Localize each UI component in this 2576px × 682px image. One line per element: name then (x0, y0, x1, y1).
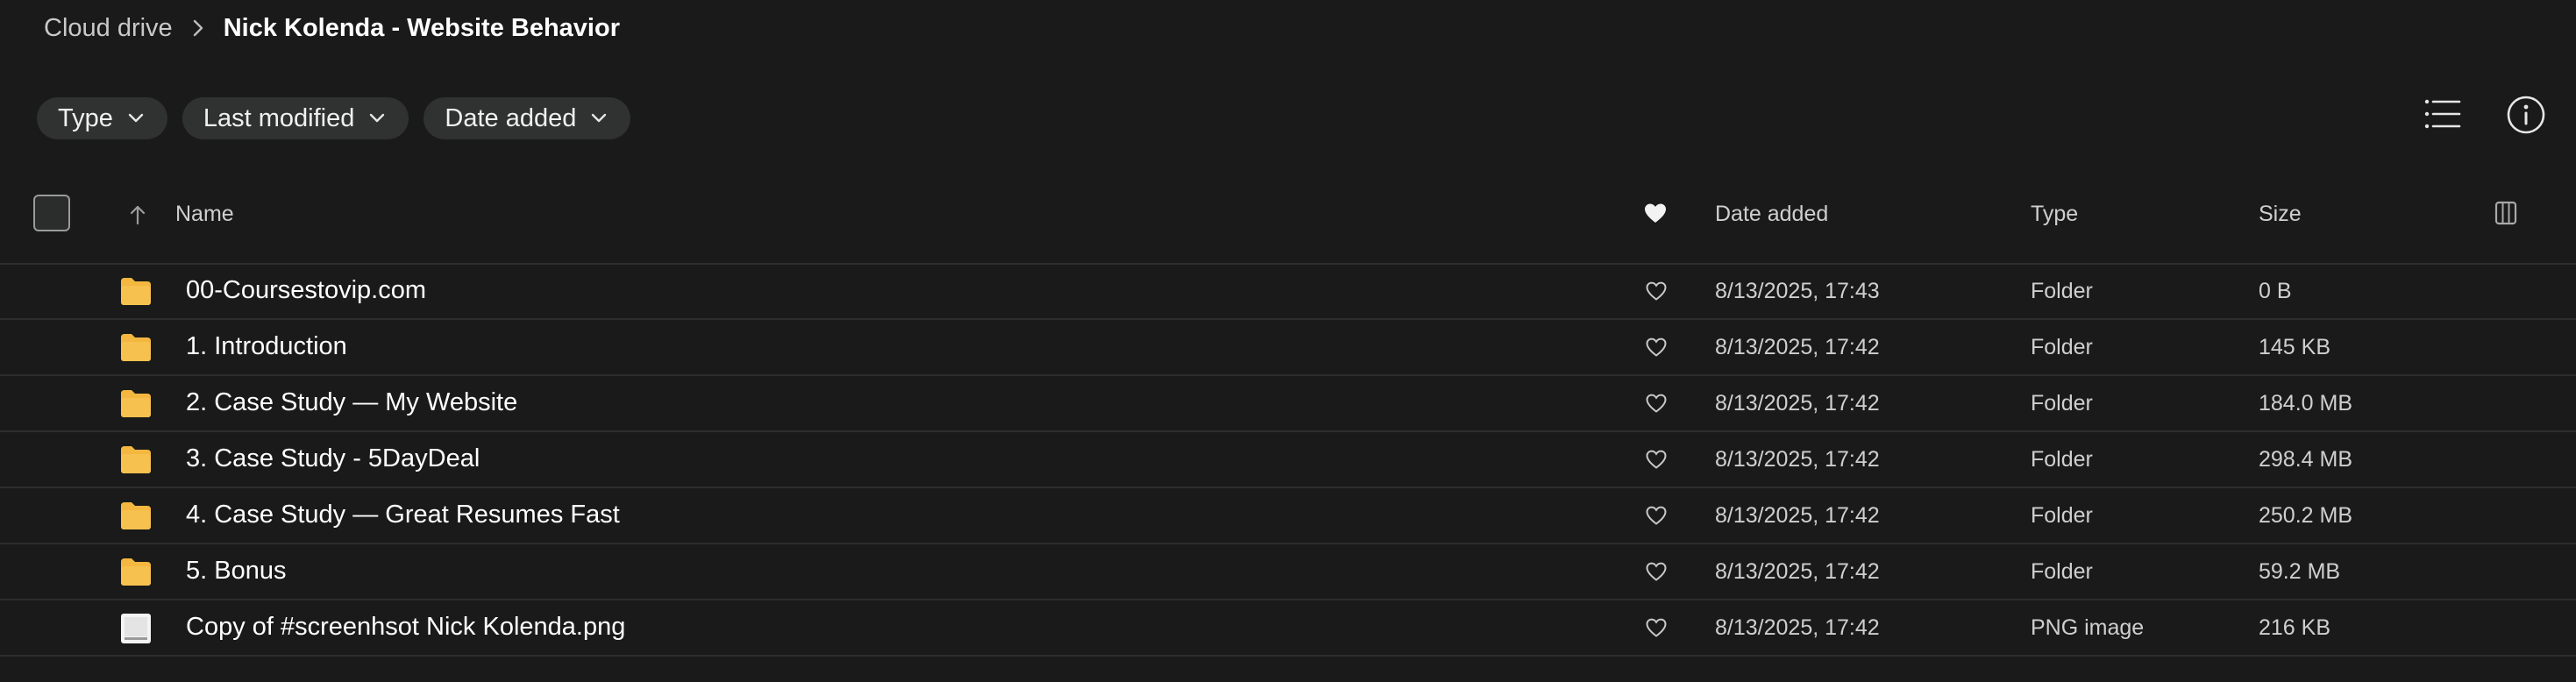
size-cell: 0 B (2259, 279, 2292, 303)
date-added-cell: 8/13/2025, 17:42 (1715, 503, 1880, 528)
table-row[interactable]: 4. Case Study — Great Resumes Fast 8/13/… (0, 488, 2576, 544)
filter-label: Type (58, 103, 113, 132)
date-added-cell: 8/13/2025, 17:42 (1715, 391, 1880, 416)
file-list: 00-Coursestovip.com 8/13/2025, 17:43 Fol… (0, 264, 2576, 657)
size-cell: 298.4 MB (2259, 447, 2353, 472)
filter-last-modified-button[interactable]: Last modified (181, 97, 409, 139)
type-cell: Folder (2031, 447, 2093, 472)
filter-label: Date added (445, 103, 577, 132)
table-row[interactable]: 1. Introduction 8/13/2025, 17:42 Folder … (0, 320, 2576, 376)
date-added-cell: 8/13/2025, 17:42 (1715, 559, 1880, 584)
list-view-icon[interactable] (2423, 96, 2462, 136)
type-cell: PNG image (2031, 615, 2145, 640)
table-header: Name Date added Type Size (0, 188, 2576, 265)
size-cell: 216 KB (2259, 615, 2331, 640)
heart-outline-icon[interactable] (1645, 561, 1668, 586)
file-name[interactable]: 2. Case Study — My Website (186, 388, 517, 417)
size-cell: 145 KB (2259, 335, 2331, 359)
heart-filled-icon[interactable] (1643, 202, 1668, 229)
file-name[interactable]: 4. Case Study — Great Resumes Fast (186, 501, 620, 529)
column-header-type[interactable]: Type (2031, 202, 2078, 227)
chevron-down-icon (590, 112, 608, 124)
size-cell: 250.2 MB (2259, 503, 2353, 528)
folder-icon (119, 444, 153, 479)
sort-ascending-icon[interactable] (128, 203, 147, 231)
folder-icon (119, 388, 153, 423)
table-row[interactable]: 5. Bonus 8/13/2025, 17:42 Folder 59.2 MB (0, 544, 2576, 600)
chevron-down-icon (127, 112, 145, 124)
info-icon[interactable] (2506, 95, 2546, 139)
column-header-size[interactable]: Size (2259, 202, 2302, 227)
table-row[interactable]: 00-Coursestovip.com 8/13/2025, 17:43 Fol… (0, 264, 2576, 320)
date-added-cell: 8/13/2025, 17:43 (1715, 279, 1880, 303)
table-row[interactable]: 2. Case Study — My Website 8/13/2025, 17… (0, 376, 2576, 432)
size-cell: 184.0 MB (2259, 391, 2353, 416)
heart-outline-icon[interactable] (1645, 281, 1668, 306)
size-cell: 59.2 MB (2259, 559, 2341, 584)
type-cell: Folder (2031, 503, 2093, 528)
type-cell: Folder (2031, 279, 2093, 303)
date-added-cell: 8/13/2025, 17:42 (1715, 335, 1880, 359)
filter-date-added-button[interactable]: Date added (423, 97, 631, 139)
type-cell: Folder (2031, 335, 2093, 359)
select-all-checkbox[interactable] (33, 195, 70, 231)
date-added-cell: 8/13/2025, 17:42 (1715, 447, 1880, 472)
type-cell: Folder (2031, 559, 2093, 584)
folder-icon (119, 557, 153, 591)
heart-outline-icon[interactable] (1645, 393, 1668, 418)
heart-outline-icon[interactable] (1645, 505, 1668, 530)
date-added-cell: 8/13/2025, 17:42 (1715, 615, 1880, 640)
heart-outline-icon[interactable] (1645, 337, 1668, 362)
breadcrumb-current: Nick Kolenda - Website Behavior (223, 13, 620, 42)
table-row[interactable]: Copy of #screenhsot Nick Kolenda.png 8/1… (0, 600, 2576, 657)
heart-outline-icon[interactable] (1645, 617, 1668, 643)
column-header-name[interactable]: Name (175, 202, 234, 227)
folder-icon (119, 501, 153, 535)
breadcrumb-root-link[interactable]: Cloud drive (44, 14, 173, 43)
file-name[interactable]: 00-Coursestovip.com (186, 276, 426, 305)
folder-icon (119, 276, 153, 310)
file-name[interactable]: 1. Introduction (186, 332, 347, 361)
type-cell: Folder (2031, 391, 2093, 416)
filter-type-button[interactable]: Type (37, 97, 167, 139)
filter-bar: Type Last modified Date added (37, 97, 631, 139)
file-name[interactable]: 3. Case Study - 5DayDeal (186, 444, 480, 473)
columns-settings-icon[interactable] (2494, 200, 2518, 231)
file-name[interactable]: Copy of #screenhsot Nick Kolenda.png (186, 613, 625, 642)
image-file-icon (119, 613, 153, 649)
filter-label: Last modified (203, 103, 355, 132)
table-row[interactable]: 3. Case Study - 5DayDeal 8/13/2025, 17:4… (0, 432, 2576, 488)
breadcrumb: Cloud drive Nick Kolenda - Website Behav… (44, 12, 620, 44)
heart-outline-icon[interactable] (1645, 449, 1668, 474)
file-name[interactable]: 5. Bonus (186, 557, 286, 586)
column-header-date-added[interactable]: Date added (1715, 202, 1828, 227)
chevron-right-icon (192, 18, 204, 38)
chevron-down-icon (368, 112, 386, 124)
folder-icon (119, 332, 153, 366)
